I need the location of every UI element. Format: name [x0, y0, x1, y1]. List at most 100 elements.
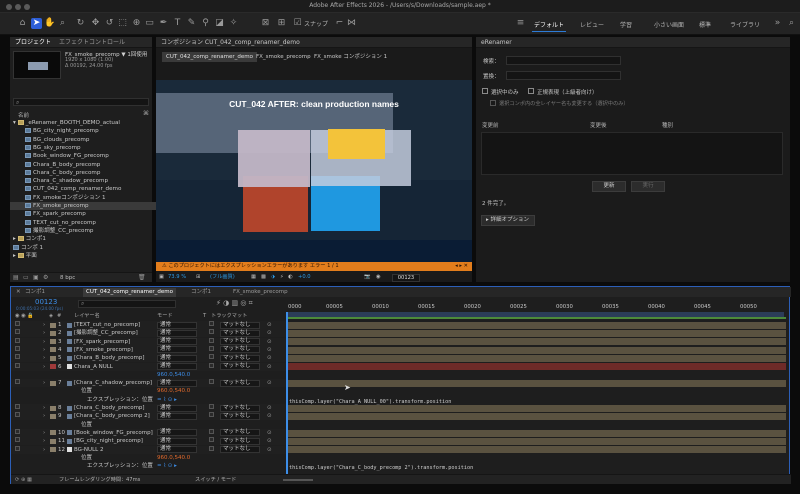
workspace-default[interactable]: デフォルト — [534, 20, 564, 29]
layer-label-color[interactable] — [50, 438, 56, 444]
blend-mode-dropdown[interactable]: 通常 — [157, 329, 197, 337]
comp-viewer[interactable]: CUT_042 AFTER: clean production names — [156, 80, 472, 262]
run-button[interactable]: 実行 — [631, 181, 665, 192]
parent-pickwhip-icon[interactable]: ⊙ — [267, 363, 272, 371]
layer-label-color[interactable] — [50, 405, 56, 411]
layer-row[interactable]: › 8 [Chara_C_body_precomp] 通常 マットなし ⊙ — [11, 404, 287, 412]
layer-name[interactable]: [Chara_C_body_precomp 2] — [74, 412, 150, 420]
layer-duration-bar[interactable] — [288, 379, 786, 387]
layer-duration-bar[interactable] — [288, 338, 786, 346]
layer-label-color[interactable] — [50, 339, 56, 345]
expand-layer-icon[interactable]: › — [43, 429, 45, 437]
position-value[interactable]: 960.0,540.0 — [157, 371, 190, 379]
layer-duration-bar[interactable] — [288, 437, 786, 445]
tab-project[interactable]: プロジェクト — [15, 39, 51, 46]
layer-name[interactable]: [FX_smoke_precomp] — [74, 346, 133, 354]
project-comp-item[interactable]: BG_clouds_precomp — [10, 136, 160, 144]
blend-mode-dropdown[interactable]: 通常 — [157, 404, 197, 412]
project-folder-item[interactable]: ▸ 平面 — [10, 252, 160, 260]
time-ruler[interactable]: 0000 00005 00010 00015 00020 00025 00030 00035 0… — [286, 298, 791, 312]
blend-mode-dropdown[interactable]: 通常 — [157, 379, 197, 387]
project-folder-item[interactable]: ▸ コンポ1 — [10, 235, 160, 243]
layer-row[interactable]: › 1 [TEXT_cut_no_precomp] 通常 マットなし ⊙ — [11, 321, 287, 329]
layer-name[interactable]: BG-NULL 2 — [74, 446, 103, 454]
transparency-icon[interactable]: ▩ — [261, 273, 266, 282]
local-axis-icon[interactable]: ⊠ — [260, 18, 271, 29]
footer-icons[interactable]: ⟳ ⊕ ▦ — [15, 475, 32, 485]
track-matte-dropdown[interactable]: マットなし — [220, 379, 260, 387]
detail-options-toggle[interactable]: ▸ 詳細オプション — [481, 215, 535, 226]
draft-3d-icon[interactable]: ⚡ — [216, 299, 221, 307]
workspace-standard[interactable]: 標準 — [699, 20, 711, 29]
blend-mode-dropdown[interactable]: 通常 — [157, 437, 197, 445]
parent-pickwhip-icon[interactable]: ⊙ — [267, 321, 272, 329]
more-workspaces-icon[interactable]: » — [772, 18, 783, 29]
parent-pickwhip-icon[interactable]: ⊙ — [267, 354, 272, 362]
pan-tool-icon[interactable]: ✥ — [90, 18, 101, 29]
layer-duration-bar[interactable] — [288, 429, 786, 437]
track-matte-dropdown[interactable]: マットなし — [220, 412, 260, 420]
snapping-checkbox-icon[interactable]: ☑ — [292, 18, 303, 29]
search-help-icon[interactable]: ⌕ — [786, 18, 797, 29]
selected-only-checkbox[interactable] — [482, 88, 488, 94]
layer-duration-bar[interactable] — [288, 346, 786, 354]
search-input[interactable] — [506, 56, 621, 65]
layer-name[interactable]: [Chara_B_body_precomp] — [74, 354, 145, 362]
project-folder-item[interactable]: ▾ _eRenamer_BOOTH_DEMO_actual — [10, 119, 160, 127]
project-comp-item[interactable]: FX_smokeコンポジション 1 — [10, 194, 160, 202]
fast-preview-icon[interactable]: ⚡ — [280, 273, 284, 282]
property-row[interactable]: エクスプレッション：位置 = ⌇ ⊙ ▸ — [11, 462, 287, 470]
layer-row[interactable]: › 9 [Chara_C_body_precomp 2] 通常 マットなし ⊙ — [11, 412, 287, 421]
layer-label-color[interactable] — [50, 430, 56, 436]
layer-label-color[interactable] — [50, 355, 56, 361]
layer-row[interactable]: › 4 [FX_smoke_precomp] 通常 マットなし ⊙ — [11, 345, 287, 354]
timeline-tab-1[interactable]: CUT_042_comp_renamer_demo — [83, 288, 176, 297]
workspace-learn[interactable]: 学習 — [620, 20, 632, 29]
graph-editor-icon[interactable]: ⌗ — [249, 299, 253, 307]
position-value[interactable]: 960.0,540.0 — [157, 454, 190, 462]
blend-mode-dropdown[interactable]: 通常 — [157, 429, 197, 437]
snap-toggle-icon[interactable]: ⋈ — [346, 18, 357, 29]
blend-mode-dropdown[interactable]: 通常 — [157, 321, 197, 329]
track-matte-dropdown[interactable]: マットなし — [220, 404, 260, 412]
workspace-small-screen[interactable]: 小さい画面 — [654, 20, 684, 29]
world-axis-icon[interactable]: ⊞ — [276, 18, 287, 29]
show-channel-icon[interactable]: ◉ — [376, 273, 381, 282]
update-button[interactable]: 更新 — [592, 181, 626, 192]
project-comp-item[interactable]: CUT_042_comp_renamer_demo — [10, 185, 160, 193]
brush-tool-icon[interactable]: ✎ — [186, 18, 197, 29]
timeline-timecode[interactable]: 00123 — [35, 298, 57, 306]
parent-pickwhip-icon[interactable]: ⊙ — [267, 338, 272, 346]
zoom-dropdown[interactable]: 73.9 % — [168, 273, 186, 282]
expand-layer-icon[interactable]: › — [43, 379, 45, 387]
replace-input[interactable] — [506, 71, 621, 80]
property-row[interactable]: 位置 960.0,540.0 — [11, 387, 287, 395]
expand-layer-icon[interactable]: › — [43, 437, 45, 445]
layers-checkbox[interactable] — [490, 100, 496, 106]
settings-icon[interactable]: ⚙ — [43, 274, 48, 281]
rename-preview-list[interactable] — [481, 132, 783, 175]
track-matte-dropdown[interactable]: マットなし — [220, 354, 260, 362]
layer-row[interactable]: › 6 Chara_A NULL 通常 マットなし ⊙ — [11, 362, 287, 371]
parent-pickwhip-icon[interactable]: ⊙ — [267, 429, 272, 437]
expand-layer-icon[interactable]: › — [43, 404, 45, 412]
workspace-libraries[interactable]: ライブラリ — [730, 20, 760, 29]
rectangle-tool-icon[interactable]: ▭ — [144, 18, 155, 29]
position-value[interactable]: 960.0,540.0 — [157, 387, 190, 395]
track-matte-dropdown[interactable]: マットなし — [220, 346, 260, 354]
exposure-value[interactable]: +0.0 — [298, 273, 311, 282]
type-tool-icon[interactable]: T — [172, 18, 183, 29]
anchor-tool-icon[interactable]: ⊕ — [131, 18, 142, 29]
layer-label-color[interactable] — [50, 380, 56, 386]
project-comp-item[interactable]: BG_sky_precomp — [10, 144, 160, 152]
layer-name[interactable]: [FX_spark_precomp] — [74, 338, 130, 346]
comp-tab-label[interactable]: コンポジション CUT_042_comp_renamer_demo — [161, 39, 300, 46]
grid-icon[interactable]: ⊞ — [196, 273, 200, 282]
layer-row[interactable]: › 11 [BG_city_night_precomp] 通常 マットなし ⊙ — [11, 437, 287, 446]
interpret-footage-icon[interactable]: ▤ — [13, 274, 19, 281]
resolution-dropdown[interactable]: (フル画質) — [210, 273, 235, 282]
new-comp-icon[interactable]: ▣ — [33, 274, 39, 281]
layer-duration-bar[interactable] — [288, 321, 786, 329]
track-matte-dropdown[interactable]: マットなし — [220, 429, 260, 437]
current-time-field[interactable]: 00123 — [392, 274, 420, 282]
